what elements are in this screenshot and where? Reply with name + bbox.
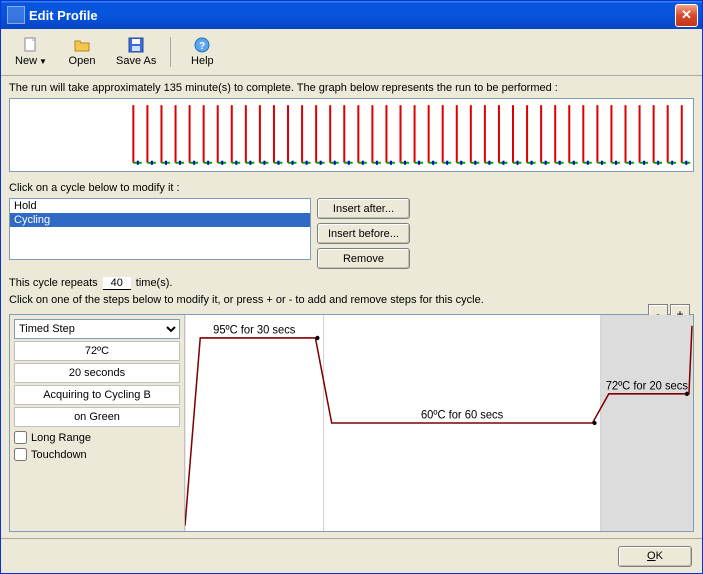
bottom-bar: OK (1, 538, 702, 573)
list-item[interactable]: Hold (10, 199, 310, 213)
step-properties-panel: Timed Step 72ºC 20 seconds Acquiring to … (10, 315, 185, 531)
svg-text:95ºC for 30 secs: 95ºC for 30 secs (213, 324, 295, 336)
remove-button[interactable]: Remove (317, 248, 410, 269)
close-icon: ✕ (681, 7, 692, 23)
cycle-instruction-text: Click on a cycle below to modify it : (9, 182, 694, 194)
step-duration-field[interactable]: 20 seconds (14, 363, 180, 383)
chevron-down-icon: ▼ (39, 57, 47, 66)
window-title: Edit Profile (29, 8, 98, 23)
touchdown-checkbox-row[interactable]: Touchdown (14, 448, 180, 461)
help-button[interactable]: ? Help (178, 30, 226, 74)
new-button[interactable]: New▼ (7, 30, 55, 74)
close-button[interactable]: ✕ (675, 4, 698, 27)
repeats-prefix: This cycle repeats (9, 277, 98, 289)
step-temp-field[interactable]: 72ºC (14, 341, 180, 361)
save-icon (128, 37, 144, 53)
long-range-checkbox[interactable] (14, 431, 27, 444)
insert-after-button[interactable]: Insert after... (317, 198, 410, 219)
step-type-select[interactable]: Timed Step (14, 319, 180, 339)
save-as-label: Save As (116, 55, 156, 67)
titlebar: Edit Profile ✕ (1, 1, 702, 29)
cycle-list[interactable]: HoldCycling (9, 198, 311, 260)
run-summary-text: The run will take approximately 135 minu… (9, 82, 694, 94)
step-channel-field[interactable]: on Green (14, 407, 180, 427)
step-acquire-field[interactable]: Acquiring to Cycling B (14, 385, 180, 405)
open-button[interactable]: Open (58, 30, 106, 74)
toolbar-separator (170, 37, 171, 67)
step-editor: - + Timed Step 72ºC 20 seconds Acquiring… (9, 314, 694, 532)
help-label: Help (191, 55, 214, 67)
svg-text:60ºC for 60 secs: 60ºC for 60 secs (421, 409, 503, 421)
new-icon (23, 37, 39, 53)
svg-text:72ºC for 20 secs: 72ºC for 20 secs (606, 380, 688, 392)
edit-profile-window: Edit Profile ✕ New▼ Open Save As (0, 0, 703, 574)
open-icon (74, 37, 90, 53)
long-range-label: Long Range (31, 432, 91, 444)
svg-text:?: ? (199, 41, 205, 52)
step-instruction-text: Click on one of the steps below to modif… (9, 294, 694, 306)
open-label: Open (69, 55, 96, 67)
help-icon: ? (194, 37, 210, 53)
step-graph[interactable]: 95ºC for 30 secs 60ºC for 60 secs 72ºC for… (185, 315, 693, 531)
touchdown-checkbox[interactable] (14, 448, 27, 461)
repeats-line: This cycle repeats 40 time(s). (9, 277, 694, 290)
ok-button[interactable]: OK (618, 546, 692, 567)
long-range-checkbox-row[interactable]: Long Range (14, 431, 180, 444)
list-item[interactable]: Cycling (10, 213, 310, 227)
touchdown-label: Touchdown (31, 449, 87, 461)
insert-before-button[interactable]: Insert before... (317, 223, 410, 244)
new-label: New (15, 55, 37, 67)
toolbar: New▼ Open Save As ? Help (1, 29, 702, 76)
save-as-button[interactable]: Save As (109, 30, 163, 74)
run-overview-graph[interactable] (9, 98, 694, 172)
repeats-suffix: time(s). (136, 277, 173, 289)
content-area: The run will take approximately 135 minu… (1, 76, 702, 538)
app-icon (7, 6, 25, 24)
repeats-value-field[interactable]: 40 (103, 277, 131, 290)
